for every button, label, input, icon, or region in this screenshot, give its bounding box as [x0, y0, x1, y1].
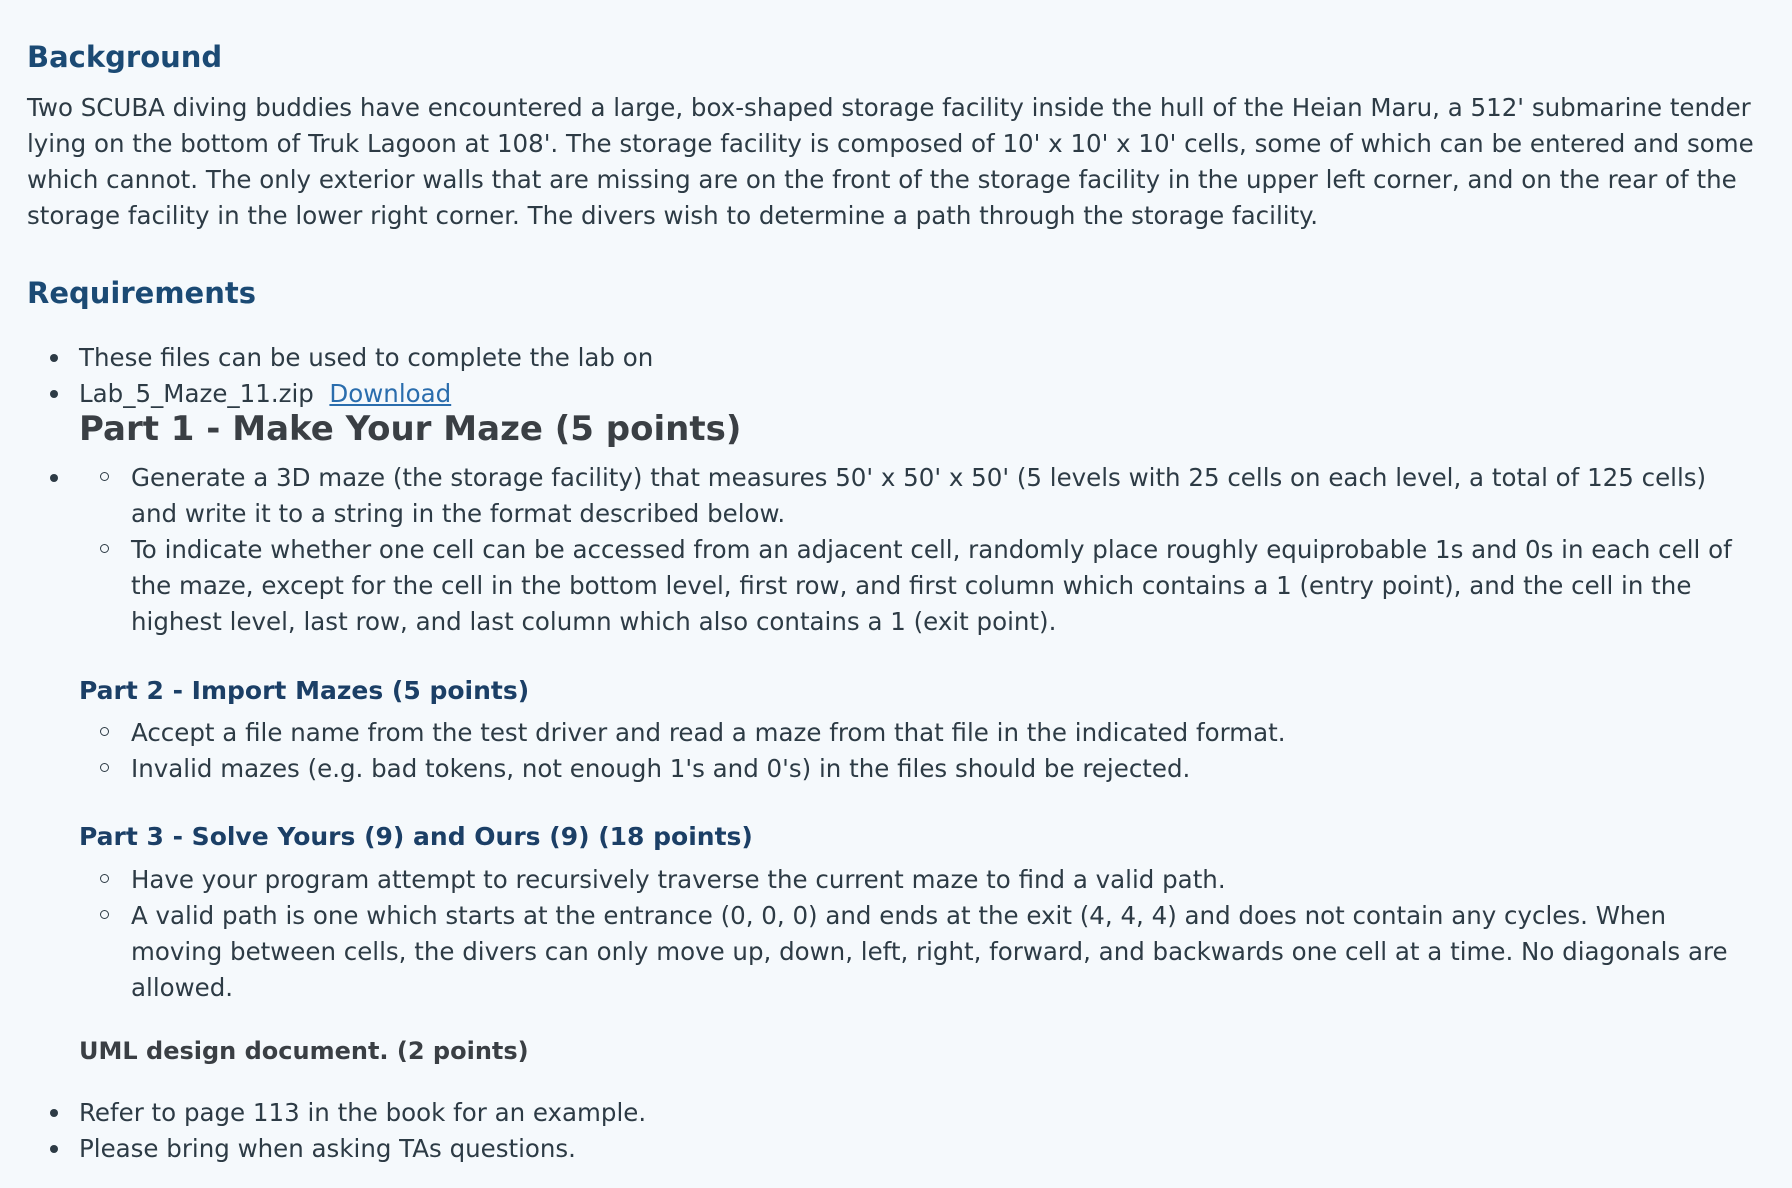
- bullet-circle: [100, 727, 109, 736]
- part1-heading: Part 1 - Make Your Maze (5 points): [79, 409, 742, 449]
- uml-item-1: Refer to page 113 in the book for an exa…: [0, 1095, 1760, 1131]
- uml-item-2: Please bring when asking TAs questions.: [0, 1131, 1760, 1167]
- bullet-dot: [50, 1109, 58, 1117]
- bullet-circle: [100, 472, 109, 481]
- assignment-page: Background Two SCUBA diving buddies have…: [0, 0, 1792, 1188]
- bullet-dot: [50, 1145, 58, 1153]
- part3-item-2-text: A valid path is one which starts at the …: [131, 901, 1728, 1002]
- bullet-circle: [100, 910, 109, 919]
- part1-item-2: To indicate whether one cell can be acce…: [0, 532, 1760, 640]
- background-heading: Background: [27, 40, 223, 74]
- part1-item-1: Generate a 3D maze (the storage facility…: [0, 460, 1760, 532]
- requirement-text: Lab_5_Maze_11.zip Download: [79, 376, 451, 412]
- part1-item-1-text: Generate a 3D maze (the storage facility…: [131, 463, 1707, 528]
- part2-heading: Part 2 - Import Mazes (5 points): [79, 676, 530, 705]
- bullet-dot: [50, 390, 58, 398]
- bullet-dot: [50, 354, 58, 362]
- background-paragraph: Two SCUBA diving buddies have encountere…: [27, 93, 1754, 230]
- uml-heading: UML design document. (2 points): [79, 1037, 529, 1065]
- part3-heading: Part 3 - Solve Yours (9) and Ours (9) (1…: [79, 822, 753, 851]
- part2-item-2-text: Invalid mazes (e.g. bad tokens, not enou…: [131, 754, 1191, 783]
- part2-item-2: Invalid mazes (e.g. bad tokens, not enou…: [0, 751, 1760, 787]
- part1-item-2-text: To indicate whether one cell can be acce…: [131, 535, 1732, 636]
- list-item: These files can be used to complete the …: [0, 340, 1700, 376]
- bullet-circle: [100, 544, 109, 553]
- part3-item-1: Have your program attempt to recursively…: [0, 862, 1760, 898]
- uml-item-2-text: Please bring when asking TAs questions.: [79, 1134, 576, 1163]
- bullet-circle: [100, 763, 109, 772]
- part2-item-1: Accept a file name from the test driver …: [0, 715, 1760, 751]
- part2-item-1-text: Accept a file name from the test driver …: [131, 718, 1286, 747]
- requirement-text: These files can be used to complete the …: [79, 343, 654, 372]
- file-name: Lab_5_Maze_11.zip: [79, 379, 314, 408]
- part3-item-2: A valid path is one which starts at the …: [0, 898, 1760, 1006]
- requirements-heading: Requirements: [27, 276, 256, 310]
- list-item: Lab_5_Maze_11.zip Download: [0, 376, 1700, 412]
- uml-item-1-text: Refer to page 113 in the book for an exa…: [79, 1098, 647, 1127]
- part3-item-1-text: Have your program attempt to recursively…: [131, 865, 1226, 894]
- download-link[interactable]: Download: [329, 379, 451, 408]
- bullet-circle: [100, 874, 109, 883]
